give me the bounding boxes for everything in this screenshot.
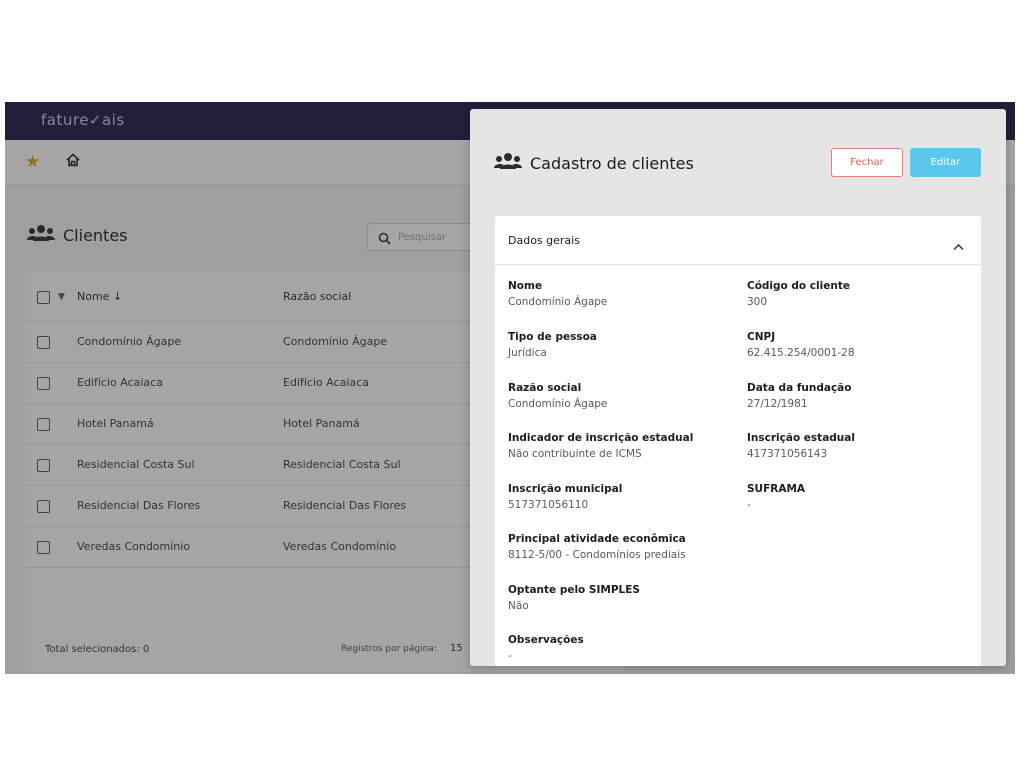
field-label-simples: Optante pelo SIMPLES [508, 584, 640, 596]
field-value-data-fundacao: 27/12/1981 [747, 398, 808, 410]
field-label-observacoes: Observações [508, 634, 584, 646]
section-title: Dados gerais [508, 234, 580, 247]
modal-title: Cadastro de clientes [530, 154, 694, 173]
field-value-atividade: 8112-5/00 - Condomínios prediais [508, 549, 686, 561]
section-header[interactable]: Dados gerais [495, 216, 981, 265]
field-value-razao-social: Condomínio Ágape [508, 398, 608, 410]
field-value-indicador-ie: Não contribuinte de ICMS [508, 448, 642, 460]
field-label-inscricao-estadual: Inscrição estadual [747, 432, 855, 444]
field-value-tipo-pessoa: Jurídica [508, 347, 547, 359]
edit-button[interactable]: Editar [910, 148, 981, 177]
field-value-cnpj: 62.415.254/0001-28 [747, 347, 855, 359]
general-data-section: Dados gerais Nome Condomínio Ágape Códig… [495, 216, 981, 666]
client-detail-modal: Cadastro de clientes Fechar Editar Dados… [470, 109, 1006, 666]
field-label-atividade: Principal atividade econômica [508, 533, 686, 545]
field-value-nome: Condomínio Ágape [508, 296, 608, 308]
field-label-razao-social: Razão social [508, 382, 582, 394]
field-value-observacoes: - [508, 650, 512, 662]
field-value-codigo: 300 [747, 296, 768, 308]
field-label-suframa: SUFRAMA [747, 483, 806, 495]
field-label-tipo-pessoa: Tipo de pessoa [508, 331, 597, 343]
field-value-inscricao-estadual: 417371056143 [747, 448, 828, 460]
users-icon [494, 152, 522, 176]
field-value-inscricao-municipal: 517371056110 [508, 499, 589, 511]
chevron-up-icon[interactable] [953, 236, 964, 255]
field-label-nome: Nome [508, 280, 543, 292]
field-label-inscricao-municipal: Inscrição municipal [508, 483, 623, 495]
field-value-simples: Não [508, 600, 529, 612]
close-button[interactable]: Fechar [831, 148, 903, 177]
field-label-codigo: Código do cliente [747, 280, 850, 292]
field-label-indicador-ie: Indicador de inscrição estadual [508, 432, 694, 444]
field-label-data-fundacao: Data da fundação [747, 382, 852, 394]
field-value-suframa: - [747, 499, 751, 511]
field-label-cnpj: CNPJ [747, 331, 776, 343]
